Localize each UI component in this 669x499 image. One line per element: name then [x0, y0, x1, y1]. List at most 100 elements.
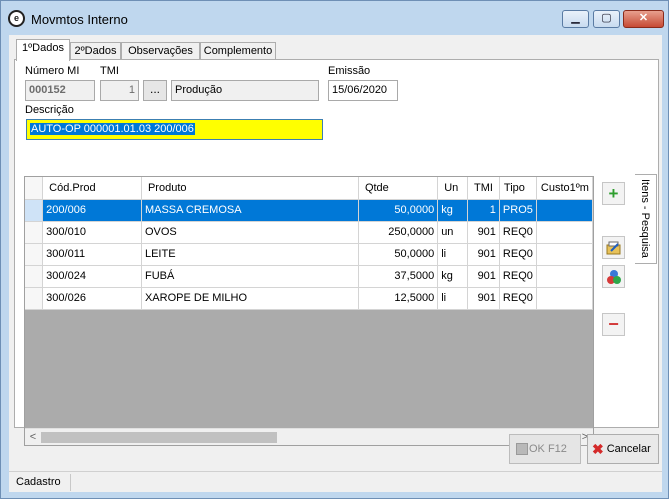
tmi-description-field[interactable]: Produção — [171, 80, 319, 101]
cell-custo[interactable] — [536, 221, 593, 244]
cell-cod-prod[interactable]: 300/011 — [42, 243, 142, 266]
tab-complemento[interactable]: Complemento — [200, 42, 276, 60]
cell-cod-prod[interactable]: 300/024 — [42, 265, 142, 288]
cell-tipo[interactable]: REQ0 — [499, 265, 537, 288]
cell-tmi[interactable]: 1 — [467, 199, 500, 222]
table-row[interactable]: 300/026 XAROPE DE MILHO 12,5000 li 901 R… — [25, 287, 593, 310]
emissao-date-field[interactable]: 15/06/2020 — [328, 80, 398, 101]
tab-observacoes[interactable]: Observações — [121, 42, 200, 60]
numero-mi-field[interactable]: 000152 — [25, 80, 95, 101]
row-indicator[interactable] — [25, 199, 44, 222]
table-row[interactable]: 300/010 OVOS 250,0000 un 901 REQ0 — [25, 221, 593, 244]
grid-corner[interactable] — [25, 177, 44, 200]
ok-button[interactable]: OK F12 — [509, 434, 581, 464]
descricao-text: AUTO-OP 000001.01.03 200/006 — [30, 123, 195, 135]
remove-item-button[interactable]: − — [602, 313, 625, 336]
table-row[interactable]: 300/011 LEITE 50,0000 li 901 REQ0 — [25, 243, 593, 266]
cancel-x-icon: ✖ — [592, 441, 604, 458]
cell-tipo[interactable]: REQ0 — [499, 287, 537, 310]
cell-tipo[interactable]: REQ0 — [499, 221, 537, 244]
ok-button-label: OK F12 — [529, 443, 567, 455]
horizontal-scrollbar[interactable]: < > — [25, 428, 593, 445]
emissao-label: Emissão — [328, 65, 371, 77]
plus-icon: + — [608, 184, 619, 203]
descricao-field[interactable]: AUTO-OP 000001.01.03 200/006 — [26, 119, 323, 140]
colored-circles-icon — [606, 270, 621, 284]
maximize-button[interactable]: ▢ — [593, 10, 620, 28]
row-indicator[interactable] — [25, 243, 44, 266]
col-header-custo[interactable]: Custo1ºm — [536, 177, 593, 200]
client-area: 1ºDados 2ºDados Observações Complemento … — [9, 35, 662, 492]
tab-2-dados[interactable]: 2ºDados — [70, 42, 121, 60]
cell-custo[interactable] — [536, 265, 593, 288]
cell-un[interactable]: li — [437, 287, 469, 310]
minimize-button[interactable]: ▁ — [562, 10, 589, 28]
minus-icon: − — [608, 314, 619, 334]
cell-produto[interactable]: OVOS — [141, 221, 359, 244]
cell-cod-prod[interactable]: 300/026 — [42, 287, 142, 310]
cell-produto[interactable]: XAROPE DE MILHO — [141, 287, 359, 310]
cell-qtde[interactable]: 50,0000 — [358, 243, 439, 266]
row-indicator[interactable] — [25, 265, 44, 288]
cancel-button-label: Cancelar — [606, 443, 651, 455]
cell-cod-prod[interactable]: 200/006 — [42, 199, 142, 222]
cell-tmi[interactable]: 901 — [467, 265, 500, 288]
details-item-button[interactable] — [602, 265, 625, 288]
table-row[interactable]: 200/006 MASSA CREMOSA 50,0000 kg 1 PRO5 — [25, 199, 593, 222]
cex-logo-icon: e — [8, 10, 25, 27]
scrollbar-thumb[interactable] — [41, 432, 277, 443]
tab-itens-pesquisa[interactable]: Itens - Pesquisa — [635, 174, 657, 264]
cell-cod-prod[interactable]: 300/010 — [42, 221, 142, 244]
edit-item-button[interactable] — [602, 236, 625, 259]
title-bar[interactable]: e Movmtos Interno ▁ ▢ ✕ — [1, 1, 668, 35]
cell-qtde[interactable]: 12,5000 — [358, 287, 439, 310]
main-window: e Movmtos Interno ▁ ▢ ✕ 1ºDados 2ºDados … — [0, 0, 669, 499]
cell-produto[interactable]: FUBÁ — [141, 265, 359, 288]
cell-tmi[interactable]: 901 — [467, 221, 500, 244]
edit-folder-icon — [606, 241, 620, 255]
row-indicator[interactable] — [25, 221, 44, 244]
cell-produto[interactable]: LEITE — [141, 243, 359, 266]
row-indicator[interactable] — [25, 287, 44, 310]
col-header-un[interactable]: Un — [437, 177, 469, 200]
cell-tipo[interactable]: PRO5 — [499, 199, 537, 222]
save-disk-icon — [516, 443, 528, 456]
numero-mi-label: Número MI — [25, 65, 80, 77]
cell-custo[interactable] — [536, 287, 593, 310]
status-bar: Cadastro — [9, 471, 662, 492]
cell-tmi[interactable]: 901 — [467, 243, 500, 266]
cell-qtde[interactable]: 250,0000 — [358, 221, 439, 244]
cancel-button[interactable]: ✖ Cancelar — [587, 434, 659, 464]
cell-un[interactable]: li — [437, 243, 469, 266]
tab-page-1-dados: Número MI 000152 TMI 1 ... Produção Emis… — [14, 59, 659, 446]
col-header-tmi[interactable]: TMI — [467, 177, 500, 200]
close-button[interactable]: ✕ — [623, 10, 664, 28]
cell-tipo[interactable]: REQ0 — [499, 243, 537, 266]
cell-produto[interactable]: MASSA CREMOSA — [141, 199, 359, 222]
vertical-tab-label: Itens - Pesquisa — [639, 179, 651, 258]
tmi-field[interactable]: 1 — [100, 80, 139, 101]
cell-un[interactable]: kg — [437, 265, 469, 288]
col-header-cod-prod[interactable]: Cód.Prod — [42, 177, 142, 200]
add-item-button[interactable]: + — [602, 182, 625, 205]
cell-un[interactable]: kg — [437, 199, 469, 222]
col-header-qtde[interactable]: Qtde — [358, 177, 439, 200]
window-title: Movmtos Interno — [31, 12, 128, 27]
status-panel-mode: Cadastro — [11, 474, 71, 491]
descricao-label: Descrição — [25, 104, 74, 116]
cell-qtde[interactable]: 50,0000 — [358, 199, 439, 222]
cell-qtde[interactable]: 37,5000 — [358, 265, 439, 288]
cell-custo[interactable] — [536, 243, 593, 266]
cell-custo[interactable] — [536, 199, 593, 222]
items-grid[interactable]: Cód.Prod Produto Qtde Un TMI Tipo Custo1… — [24, 176, 594, 446]
tmi-label: TMI — [100, 65, 119, 77]
tab-1-dados[interactable]: 1ºDados — [16, 39, 70, 61]
scroll-left-arrow-icon[interactable]: < — [26, 430, 40, 444]
grid-header-row: Cód.Prod Produto Qtde Un TMI Tipo Custo1… — [25, 177, 593, 200]
cell-tmi[interactable]: 901 — [467, 287, 500, 310]
col-header-tipo[interactable]: Tipo — [499, 177, 537, 200]
tmi-lookup-button[interactable]: ... — [143, 80, 167, 101]
col-header-produto[interactable]: Produto — [141, 177, 359, 200]
table-row[interactable]: 300/024 FUBÁ 37,5000 kg 901 REQ0 — [25, 265, 593, 288]
cell-un[interactable]: un — [437, 221, 469, 244]
